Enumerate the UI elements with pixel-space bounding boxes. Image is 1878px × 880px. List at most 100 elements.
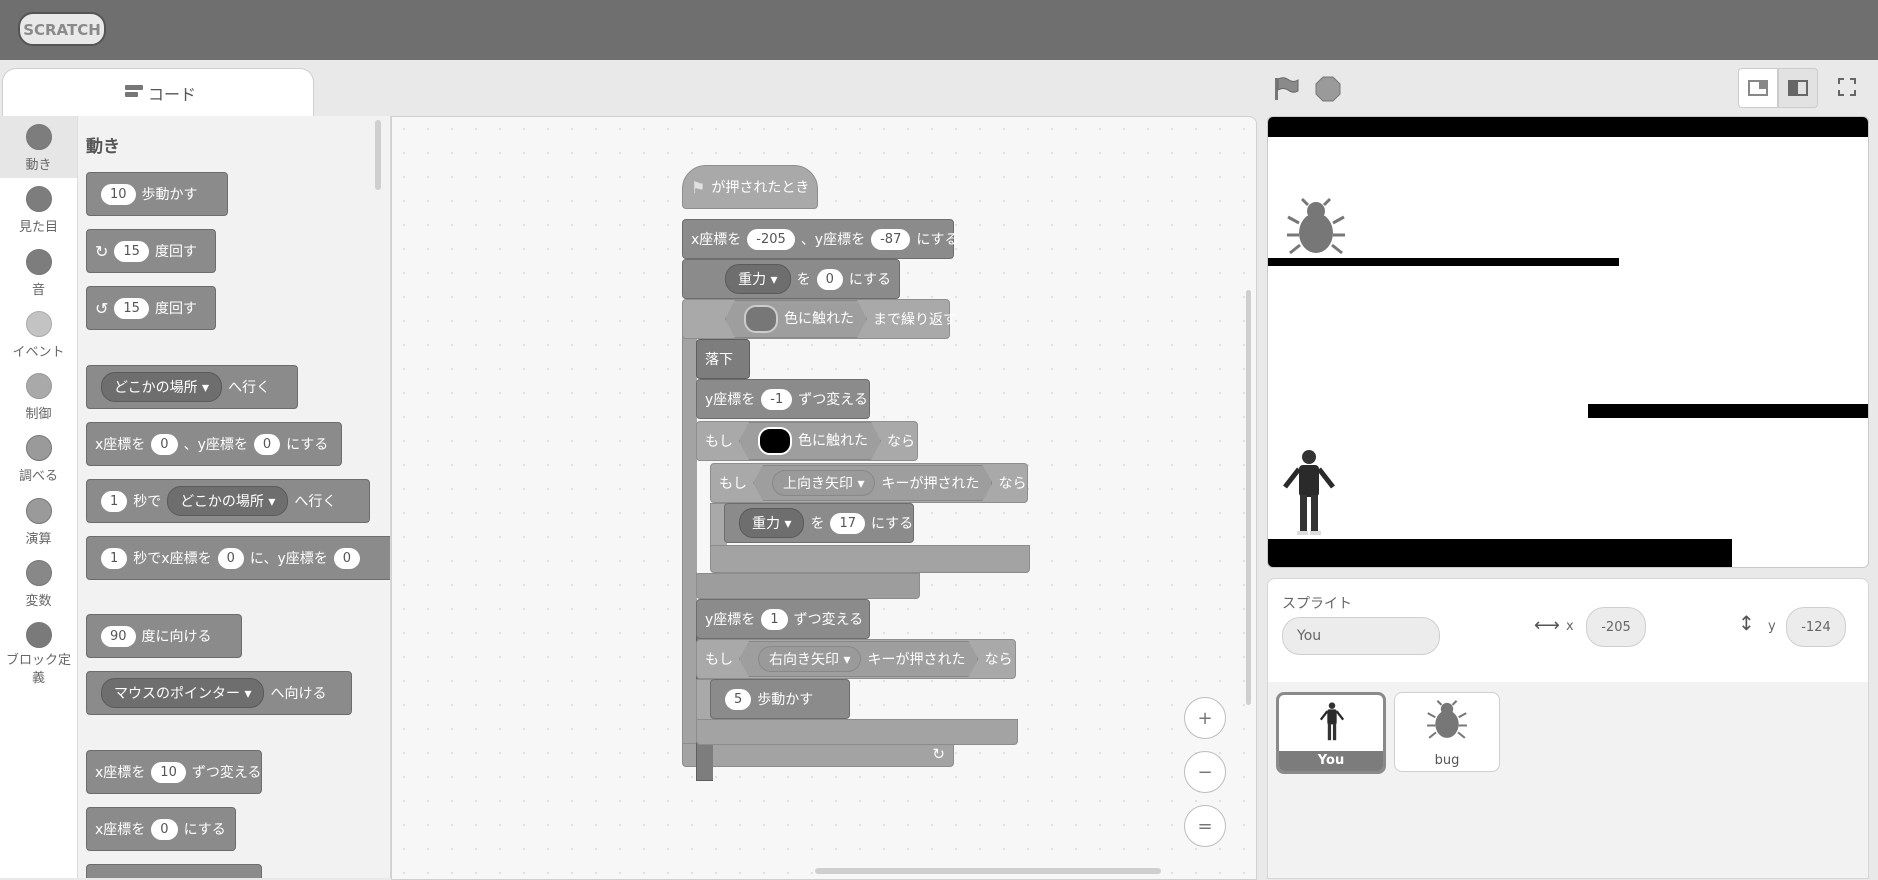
category-my-blocks[interactable]: ブロック定義 bbox=[0, 622, 77, 688]
scratch-logo[interactable]: SCRATCH bbox=[18, 12, 106, 46]
block-point-towards[interactable]: マウスのポインター ▾ へ向ける bbox=[86, 671, 352, 715]
zoom-in-button[interactable]: + bbox=[1184, 697, 1226, 739]
y-input[interactable]: -87 bbox=[871, 228, 911, 250]
x-input[interactable]: -205 bbox=[747, 228, 795, 250]
value-input[interactable]: 17 bbox=[830, 512, 866, 534]
script-change-y-up[interactable]: y座標を 1 ずつ変える bbox=[696, 599, 870, 639]
category-motion[interactable]: 動き bbox=[0, 116, 77, 178]
goto-target-dropdown[interactable]: どこかの場所 ▾ bbox=[101, 372, 223, 402]
value-input[interactable]: 0 bbox=[816, 268, 843, 290]
y-position-input[interactable]: -124 bbox=[1786, 607, 1846, 647]
script-set-gravity-17[interactable]: 重力 ▾ を 17 にする bbox=[724, 503, 914, 543]
block-text: 、y座標を bbox=[800, 232, 866, 248]
script-if-touching-black[interactable]: もし 色に触れた なら bbox=[696, 421, 918, 461]
normal-stage-icon bbox=[1788, 80, 1808, 96]
hat-when-flag-clicked[interactable]: ⚑ が押されたとき bbox=[682, 165, 818, 209]
bug-thumbnail bbox=[1427, 700, 1467, 739]
fullscreen-icon bbox=[1838, 78, 1856, 96]
block-turn-right[interactable]: ↻ 15 度回す bbox=[86, 229, 216, 273]
script-change-y-down[interactable]: y座標を -1 ずつ変える bbox=[696, 379, 870, 419]
script-fall-block[interactable]: 落下 bbox=[696, 339, 750, 379]
variables-dot-icon bbox=[25, 560, 52, 586]
steps-input[interactable]: 10 bbox=[101, 183, 136, 205]
sprite-thumb-bug[interactable]: bug bbox=[1394, 692, 1500, 772]
script-if-right-arrow[interactable]: もし 右向き矢印 ▾ キーが押された なら bbox=[696, 639, 1016, 679]
code-workspace[interactable]: ↻ ⚑ が押されたとき x座標を -205 、y座標を -87 にする 重力 ▾ を 0 にする… bbox=[391, 116, 1257, 880]
looks-dot-icon bbox=[25, 186, 52, 212]
towards-target-dropdown[interactable]: マウスのポインター ▾ bbox=[101, 678, 265, 708]
tab-code[interactable]: コード bbox=[2, 68, 314, 117]
change-y-input[interactable]: 1 bbox=[761, 608, 788, 630]
block-text: なら bbox=[887, 434, 915, 450]
block-set-x[interactable]: x座標を 0 にする bbox=[86, 807, 236, 851]
degrees-input[interactable]: 15 bbox=[114, 297, 149, 319]
key-pressed-condition[interactable]: 上向き矢印 ▾ キーが押された bbox=[753, 465, 992, 501]
script-move-5[interactable]: 5 歩動かす bbox=[710, 679, 850, 719]
category-events[interactable]: イベント bbox=[0, 311, 77, 360]
category-label: 調べる bbox=[18, 469, 58, 484]
small-stage-button[interactable] bbox=[1738, 68, 1778, 108]
degrees-input[interactable]: 15 bbox=[114, 240, 149, 262]
set-x-input[interactable]: 0 bbox=[151, 818, 178, 840]
green-flag-button[interactable] bbox=[1272, 76, 1300, 102]
block-text: 色に触れた bbox=[798, 433, 868, 449]
touching-color-condition[interactable]: 色に触れた bbox=[725, 300, 867, 338]
seconds-input[interactable]: 1 bbox=[101, 490, 128, 512]
sprite-thumb-you[interactable]: You bbox=[1276, 692, 1386, 774]
y-input[interactable]: 0 bbox=[253, 433, 281, 455]
glide-target-dropdown[interactable]: どこかの場所 ▾ bbox=[167, 486, 289, 516]
script-repeat-until[interactable]: 色に触れた まで繰り返す bbox=[682, 299, 957, 339]
normal-stage-button[interactable] bbox=[1778, 68, 1818, 108]
y-label: y bbox=[1768, 619, 1776, 634]
block-goto-xy[interactable]: x座標を 0 、y座標を 0 にする bbox=[86, 422, 342, 466]
direction-input[interactable]: 90 bbox=[101, 625, 136, 647]
variable-dropdown[interactable]: 重力 ▾ bbox=[739, 508, 805, 538]
fullscreen-button[interactable] bbox=[1828, 68, 1866, 106]
key-pressed-condition[interactable]: 右向き矢印 ▾ キーが押された bbox=[739, 641, 978, 677]
category-sensing[interactable]: 調べる bbox=[0, 435, 77, 484]
block-move-steps[interactable]: 10 歩動かす bbox=[86, 172, 228, 216]
palette-scrollbar[interactable] bbox=[375, 120, 381, 190]
script-goto-xy[interactable]: x座標を -205 、y座標を -87 にする bbox=[682, 219, 958, 259]
sprite-name-input[interactable]: You bbox=[1282, 617, 1440, 655]
block-text: にする bbox=[916, 232, 959, 248]
category-variables[interactable]: 変数 bbox=[0, 560, 77, 609]
category-looks[interactable]: 見た目 bbox=[0, 186, 77, 235]
stop-button[interactable] bbox=[1315, 76, 1341, 102]
x-input[interactable]: 0 bbox=[217, 547, 244, 569]
steps-input[interactable]: 5 bbox=[725, 688, 752, 710]
color-swatch-black[interactable] bbox=[758, 427, 792, 455]
block-text: まで繰り返す bbox=[873, 312, 957, 328]
color-swatch[interactable] bbox=[744, 305, 778, 333]
y-input[interactable]: 0 bbox=[333, 547, 361, 569]
bug-sprite[interactable] bbox=[1284, 197, 1348, 257]
script-set-gravity[interactable]: 重力 ▾ を 0 にする bbox=[682, 259, 900, 299]
change-y-input[interactable]: -1 bbox=[761, 388, 793, 410]
key-dropdown[interactable]: 上向き矢印 ▾ bbox=[772, 470, 875, 496]
block-glide[interactable]: 1 秒で どこかの場所 ▾ へ行く bbox=[86, 479, 370, 523]
workspace-vertical-scrollbar[interactable] bbox=[1246, 290, 1251, 705]
seconds-input[interactable]: 1 bbox=[101, 547, 128, 569]
category-control[interactable]: 制御 bbox=[0, 373, 77, 422]
zoom-reset-button[interactable]: = bbox=[1184, 805, 1226, 847]
script-if-up-arrow[interactable]: もし 上向き矢印 ▾ キーが押された なら bbox=[710, 463, 1028, 503]
block-goto[interactable]: どこかの場所 ▾ へ行く bbox=[86, 365, 298, 409]
block-partial[interactable] bbox=[86, 864, 262, 878]
stage-canvas[interactable] bbox=[1267, 116, 1869, 568]
you-sprite[interactable] bbox=[1282, 447, 1336, 537]
change-x-input[interactable]: 10 bbox=[151, 761, 186, 783]
variable-dropdown[interactable]: 重力 ▾ bbox=[725, 264, 791, 294]
x-input[interactable]: 0 bbox=[151, 433, 178, 455]
block-text: 秒でx座標を bbox=[133, 551, 212, 567]
category-sound[interactable]: 音 bbox=[0, 249, 77, 298]
workspace-horizontal-scrollbar[interactable] bbox=[815, 868, 1161, 874]
block-change-x[interactable]: x座標を 10 ずつ変える bbox=[86, 750, 262, 794]
block-point-direction[interactable]: 90 度に向ける bbox=[86, 614, 242, 658]
category-operators[interactable]: 演算 bbox=[0, 498, 77, 547]
block-turn-left[interactable]: ↺ 15 度回す bbox=[86, 286, 216, 330]
touching-color-condition[interactable]: 色に触れた bbox=[739, 422, 881, 460]
key-dropdown[interactable]: 右向き矢印 ▾ bbox=[758, 646, 861, 672]
block-glide-xy[interactable]: 1 秒でx座標を 0 に、y座標を 0 bbox=[86, 536, 390, 580]
zoom-out-button[interactable]: − bbox=[1184, 751, 1226, 793]
x-position-input[interactable]: -205 bbox=[1586, 607, 1646, 647]
